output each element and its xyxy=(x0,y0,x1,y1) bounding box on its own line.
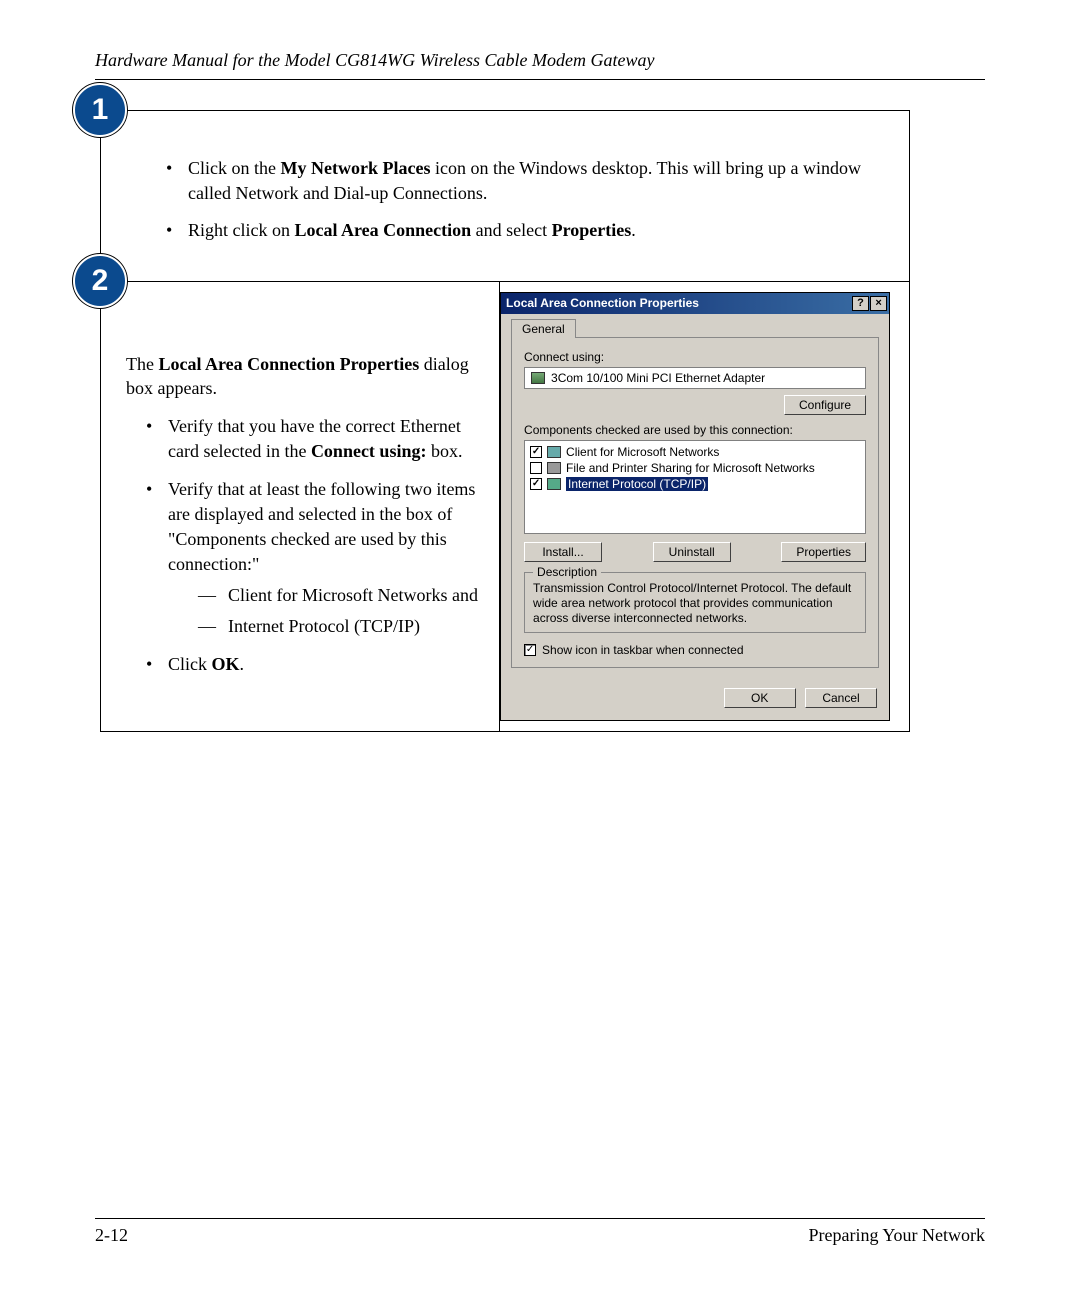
component-tcpip[interactable]: ✓ Internet Protocol (TCP/IP) xyxy=(528,476,862,492)
header-rule xyxy=(95,79,985,80)
step-2-list: Verify that you have the correct Etherne… xyxy=(126,414,494,677)
footer-rule xyxy=(95,1218,985,1219)
text: . xyxy=(240,654,245,674)
cancel-button[interactable]: Cancel xyxy=(805,688,877,708)
adapter-name: 3Com 10/100 Mini PCI Ethernet Adapter xyxy=(551,371,765,385)
bold: Local Area Connection xyxy=(295,220,472,240)
component-label: Client for Microsoft Networks xyxy=(566,445,719,459)
sub-item-2: Internet Protocol (TCP/IP) xyxy=(198,614,494,639)
step-2-right: Local Area Connection Properties ? × Gen… xyxy=(500,281,910,731)
bold: Connect using: xyxy=(311,441,427,461)
uninstall-button[interactable]: Uninstall xyxy=(653,542,731,562)
show-icon-row[interactable]: ✓ Show icon in taskbar when connected xyxy=(524,643,866,657)
client-icon xyxy=(547,446,561,458)
step-1-cell: 1 Click on the My Network Places icon on… xyxy=(101,111,910,282)
component-label-selected: Internet Protocol (TCP/IP) xyxy=(566,477,708,491)
step-1-item-1: Click on the My Network Places icon on t… xyxy=(166,156,884,206)
checkbox-icon[interactable]: ✓ xyxy=(530,446,542,458)
steps-table: 1 Click on the My Network Places icon on… xyxy=(100,110,910,732)
step-2-left: 2 The Local Area Connection Properties d… xyxy=(101,281,500,731)
text: and select xyxy=(471,220,551,240)
page-footer: 2-12 Preparing Your Network xyxy=(95,1218,985,1246)
dialog-title: Local Area Connection Properties xyxy=(506,296,852,310)
properties-button[interactable]: Properties xyxy=(781,542,866,562)
dialog-body: General Connect using: 3Com 10/100 Mini … xyxy=(501,314,889,678)
text: Click xyxy=(168,654,212,674)
help-button[interactable]: ? xyxy=(852,296,869,311)
install-button[interactable]: Install... xyxy=(524,542,602,562)
step-1-badge: 1 xyxy=(73,83,127,137)
bold: OK xyxy=(212,654,240,674)
text: box. xyxy=(426,441,462,461)
step-2-sublist: Client for Microsoft Networks and Intern… xyxy=(168,583,494,639)
description-legend: Description xyxy=(533,565,601,579)
components-list[interactable]: ✓ Client for Microsoft Networks File and… xyxy=(524,440,866,534)
dialog-footer: OK Cancel xyxy=(501,678,889,720)
component-client[interactable]: ✓ Client for Microsoft Networks xyxy=(528,444,862,460)
step-1-item-2: Right click on Local Area Connection and… xyxy=(166,218,884,243)
close-button[interactable]: × xyxy=(870,296,887,311)
text: Right click on xyxy=(188,220,295,240)
page-number: 2-12 xyxy=(95,1225,128,1246)
bold: Local Area Connection Properties xyxy=(158,354,419,374)
dialog-titlebar[interactable]: Local Area Connection Properties ? × xyxy=(501,293,889,314)
tab-page: Connect using: 3Com 10/100 Mini PCI Ethe… xyxy=(511,337,879,668)
text: . xyxy=(631,220,636,240)
checkbox-icon[interactable] xyxy=(530,462,542,474)
text: Verify that at least the following two i… xyxy=(168,479,475,575)
component-buttons: Install... Uninstall Properties xyxy=(524,542,866,562)
description-text: Transmission Control Protocol/Internet P… xyxy=(533,581,857,626)
text: Click on the xyxy=(188,158,281,178)
tab-general[interactable]: General xyxy=(511,319,576,338)
section-title: Preparing Your Network xyxy=(809,1225,985,1246)
step-2-badge: 2 xyxy=(73,254,127,308)
bold: Properties xyxy=(552,220,632,240)
step-2-item-1: Verify that you have the correct Etherne… xyxy=(146,414,494,464)
step-2-item-3: Click OK. xyxy=(146,652,494,677)
description-group: Description Transmission Control Protoco… xyxy=(524,572,866,633)
component-label: File and Printer Sharing for Microsoft N… xyxy=(566,461,815,475)
component-file-printer[interactable]: File and Printer Sharing for Microsoft N… xyxy=(528,460,862,476)
adapter-field[interactable]: 3Com 10/100 Mini PCI Ethernet Adapter xyxy=(524,367,866,389)
nic-icon xyxy=(531,372,545,384)
configure-button[interactable]: Configure xyxy=(784,395,866,415)
ok-button[interactable]: OK xyxy=(724,688,796,708)
step-1-list: Click on the My Network Places icon on t… xyxy=(126,156,884,244)
dialog-window: Local Area Connection Properties ? × Gen… xyxy=(500,292,890,721)
checkbox-icon[interactable]: ✓ xyxy=(530,478,542,490)
file-printer-icon xyxy=(547,462,561,474)
sub-item-1: Client for Microsoft Networks and xyxy=(198,583,494,608)
components-label: Components checked are used by this conn… xyxy=(524,423,866,437)
step-2-intro: The Local Area Connection Properties dia… xyxy=(126,352,494,401)
show-icon-label: Show icon in taskbar when connected xyxy=(542,643,743,657)
step-2-item-2: Verify that at least the following two i… xyxy=(146,477,494,640)
bold: My Network Places xyxy=(281,158,431,178)
connect-using-label: Connect using: xyxy=(524,350,866,364)
tcpip-icon xyxy=(547,478,561,490)
text: The xyxy=(126,354,158,374)
checkbox-icon[interactable]: ✓ xyxy=(524,644,536,656)
page-header: Hardware Manual for the Model CG814WG Wi… xyxy=(95,50,985,71)
